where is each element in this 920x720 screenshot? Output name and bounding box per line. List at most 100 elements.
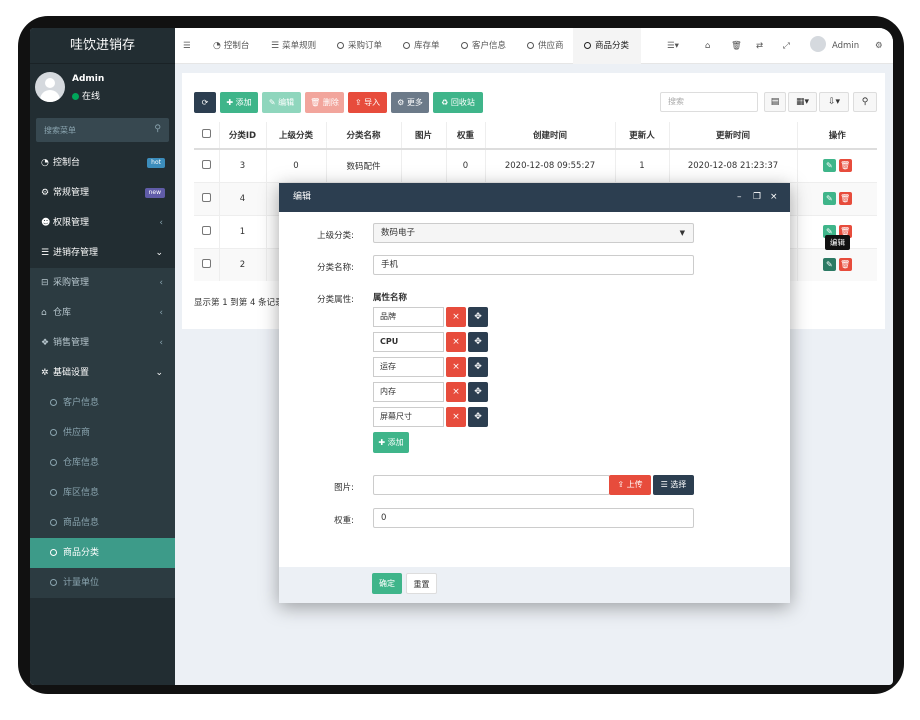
tab-stock-orders[interactable]: 库存单: [403, 28, 440, 64]
tab-purchase-orders[interactable]: 采购订单: [337, 28, 382, 64]
table-view-icon[interactable]: ▤: [764, 92, 786, 112]
column-header[interactable]: 上级分类: [266, 122, 327, 150]
row-checkbox[interactable]: [194, 181, 220, 215]
sidebar-item-general[interactable]: ⚙ 常规管理 new: [30, 178, 175, 208]
cell-updater: 1: [615, 148, 670, 182]
attr-input[interactable]: 运存: [373, 357, 444, 377]
chevron-left-icon: ‹: [159, 308, 163, 318]
select-all-checkbox[interactable]: [194, 122, 220, 150]
sidebar-subitem-zones[interactable]: 库区信息: [30, 478, 175, 508]
tab-menu-rules[interactable]: ☰ 菜单规则: [271, 28, 316, 64]
column-header: 操作: [797, 122, 877, 150]
row-delete-button[interactable]: 🗑: [838, 258, 852, 272]
drag-handle-icon[interactable]: ✥: [468, 332, 488, 352]
edit-button[interactable]: ✎ 编辑: [262, 92, 301, 113]
drag-handle-icon[interactable]: ✥: [468, 407, 488, 427]
sidebar-item-dashboard[interactable]: ◔ 控制台 hot: [30, 148, 175, 178]
add-button[interactable]: ✚ 添加: [220, 92, 258, 113]
row-delete-button[interactable]: 🗑: [838, 192, 852, 205]
column-header[interactable]: 分类ID: [219, 122, 267, 150]
drag-handle-icon[interactable]: ✥: [468, 307, 488, 327]
row-checkbox[interactable]: [194, 148, 220, 182]
column-header[interactable]: 分类名称: [326, 122, 402, 150]
remove-attr-button[interactable]: ×: [446, 382, 466, 402]
sidebar-subitem-customers[interactable]: 客户信息: [30, 388, 175, 418]
add-attr-button[interactable]: ✚ 添加: [373, 432, 409, 453]
reset-button[interactable]: 重置: [406, 573, 437, 594]
confirm-button[interactable]: 确定: [372, 573, 402, 594]
settings-icon[interactable]: ⚙: [875, 28, 883, 64]
drag-handle-icon[interactable]: ✥: [468, 382, 488, 402]
column-header[interactable]: 权重: [446, 122, 486, 150]
search-icon[interactable]: ⚲: [853, 92, 877, 112]
row-edit-button[interactable]: ✎: [822, 258, 836, 272]
sidebar-item-basic-settings[interactable]: ✲ 基础设置 ⌄: [30, 358, 175, 388]
chevron-left-icon: ‹: [159, 278, 163, 288]
attr-input[interactable]: CPU: [373, 332, 444, 352]
choose-button[interactable]: ☰ 选择: [653, 475, 694, 495]
tab-suppliers[interactable]: 供应商: [527, 28, 564, 64]
sidebar-search-input[interactable]: 搜索菜单 ⚲: [36, 118, 169, 142]
attr-input[interactable]: 品牌: [373, 307, 444, 327]
delete-button[interactable]: 🗑 删除: [305, 92, 344, 113]
language-icon[interactable]: ⇄: [756, 28, 763, 64]
user-menu[interactable]: Admin: [810, 28, 859, 64]
image-input[interactable]: [373, 475, 610, 495]
tab-dashboard[interactable]: ◔ 控制台: [213, 28, 249, 64]
remove-attr-button[interactable]: ×: [446, 332, 466, 352]
remove-attr-button[interactable]: ×: [446, 307, 466, 327]
recycle-bin-button[interactable]: ♻ 回收站: [433, 92, 483, 113]
cell-created: 2020-12-08 09:55:27: [485, 148, 616, 182]
tabs-dropdown-icon[interactable]: ☰▾: [667, 28, 679, 64]
cell-id: 4: [219, 181, 267, 215]
sidebar-subitem-units[interactable]: 计量单位: [30, 568, 175, 598]
sidebar-subitem-categories[interactable]: 商品分类: [30, 538, 175, 568]
pagination-info: 显示第 1 到第 4 条记录: [194, 298, 284, 308]
refresh-button[interactable]: ⟳: [194, 92, 216, 113]
upload-button[interactable]: ⇪ 上传: [609, 475, 651, 495]
column-header[interactable]: 更新时间: [669, 122, 798, 150]
cell-id: 1: [219, 214, 267, 248]
sidebar-item-inventory[interactable]: ☰ 进销存管理 ⌄: [30, 238, 175, 268]
row-delete-button[interactable]: 🗑: [838, 159, 852, 173]
trash-icon[interactable]: 🗑: [731, 28, 742, 64]
sidebar-item-permissions[interactable]: ☻ 权限管理 ‹: [30, 208, 175, 238]
dashboard-icon: ◔: [213, 41, 221, 51]
remove-attr-button[interactable]: ×: [446, 407, 466, 427]
sidebar-item-warehouse[interactable]: ⌂ 仓库 ‹: [30, 298, 175, 328]
row-checkbox[interactable]: [194, 214, 220, 248]
column-header[interactable]: 创建时间: [485, 122, 616, 150]
column-header[interactable]: 图片: [401, 122, 447, 150]
export-dropdown-icon[interactable]: ⇩▾: [819, 92, 849, 112]
remove-attr-button[interactable]: ×: [446, 357, 466, 377]
sidebar-subitem-suppliers[interactable]: 供应商: [30, 418, 175, 448]
hamburger-icon[interactable]: ☰: [183, 28, 191, 64]
fullscreen-icon[interactable]: ⤢: [783, 28, 790, 64]
tab-categories[interactable]: 商品分类: [573, 28, 641, 64]
home-icon[interactable]: ⌂: [705, 28, 710, 64]
tab-customers[interactable]: 客户信息: [461, 28, 506, 64]
chevron-left-icon: ‹: [159, 338, 163, 348]
row-checkbox[interactable]: [194, 247, 220, 281]
table-search-input[interactable]: 搜索: [660, 92, 758, 112]
close-icon[interactable]: ×: [770, 183, 778, 212]
maximize-icon[interactable]: ❐: [753, 183, 761, 212]
attr-input[interactable]: 内存: [373, 382, 444, 402]
edit-tooltip: 编辑: [825, 235, 850, 250]
row-edit-button[interactable]: ✎: [822, 192, 836, 205]
name-input[interactable]: 手机: [373, 255, 694, 275]
columns-dropdown-icon[interactable]: ▦▾: [788, 92, 817, 112]
attr-input[interactable]: 屏幕尺寸: [373, 407, 444, 427]
sidebar-subitem-products[interactable]: 商品信息: [30, 508, 175, 538]
parent-select[interactable]: 数码电子 ▼: [373, 223, 694, 243]
weight-input[interactable]: 0: [373, 508, 694, 528]
row-edit-button[interactable]: ✎: [822, 159, 836, 173]
sidebar-item-sales[interactable]: ❖ 销售管理 ‹: [30, 328, 175, 358]
column-header[interactable]: 更新人: [615, 122, 670, 150]
more-button[interactable]: ⚙ 更多: [391, 92, 429, 113]
minimize-icon[interactable]: –: [737, 183, 742, 212]
drag-handle-icon[interactable]: ✥: [468, 357, 488, 377]
import-button[interactable]: ⇪ 导入: [348, 92, 387, 113]
sidebar-item-purchase[interactable]: ⊟ 采购管理 ‹: [30, 268, 175, 298]
sidebar-subitem-warehouses[interactable]: 仓库信息: [30, 448, 175, 478]
